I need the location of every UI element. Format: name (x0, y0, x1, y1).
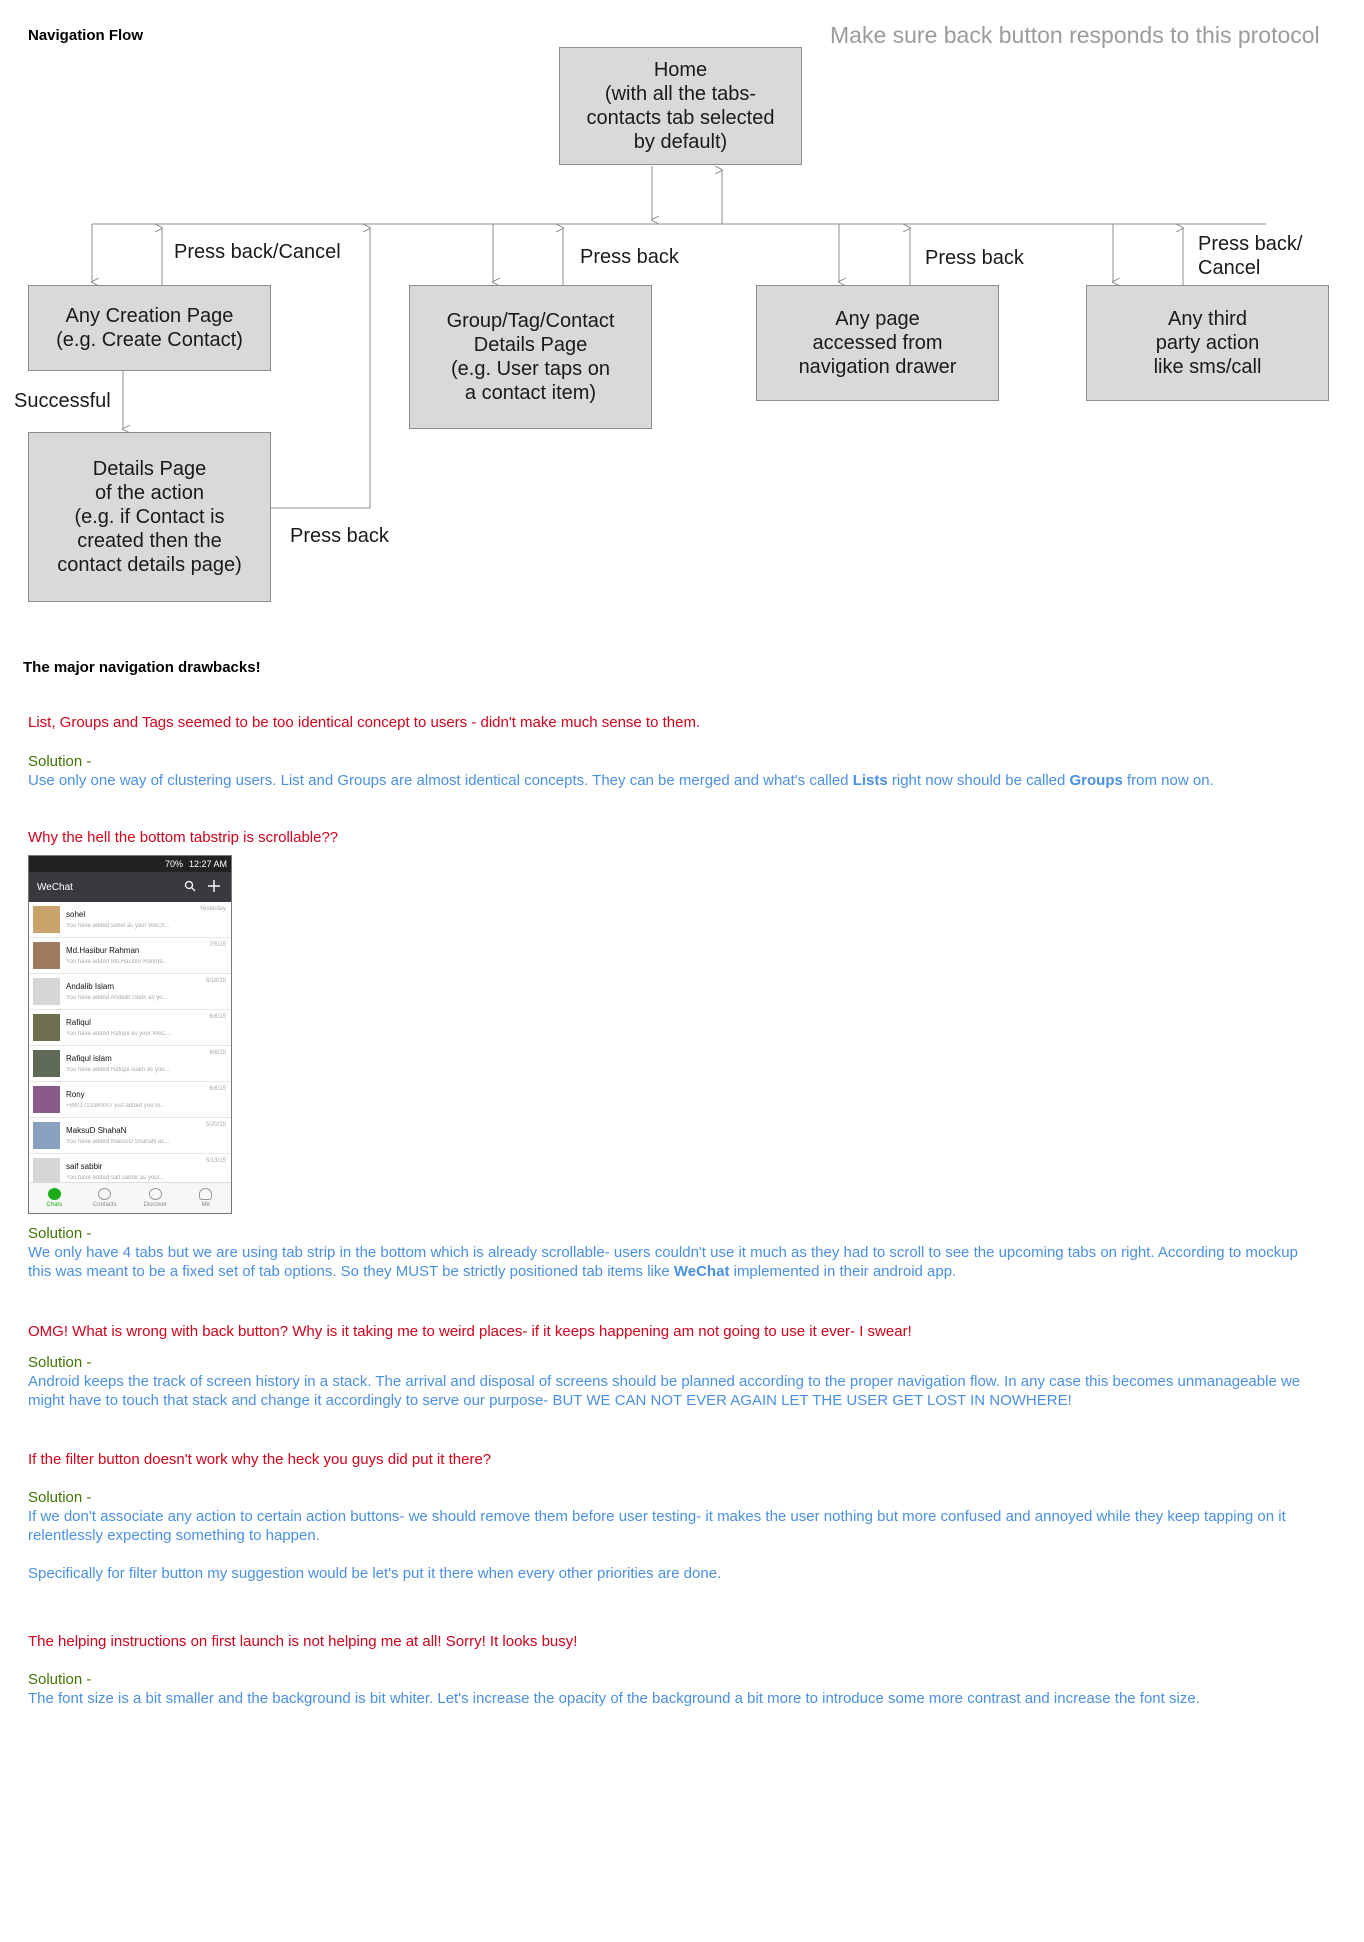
chat-preview: You have added MaksuD ShahaN as... (66, 1139, 170, 1145)
avatar (33, 978, 60, 1005)
avatar (33, 1158, 60, 1185)
navigation-flow-diagram: Navigation Flow Make sure back button re… (0, 0, 1364, 620)
chat-preview: +8801713380007 just added you to... (66, 1103, 166, 1109)
chat-name: MaksuD ShahaN (66, 1126, 127, 1135)
tab-discover[interactable]: Discover (130, 1183, 181, 1213)
chat-date: Yesterday (199, 906, 226, 912)
compass-icon (148, 1188, 162, 1200)
edge-label-successful: Successful (14, 390, 111, 412)
solution-label-2: Solution - (28, 1225, 92, 1242)
solution-1-text-a: Use only one way of clustering users. Li… (28, 772, 853, 789)
chat-name: Md.Hasibur Rahman (66, 946, 140, 955)
solution-2-wechat: WeChat (673, 1263, 730, 1280)
solution-1-groups: Groups (1069, 772, 1123, 789)
chat-preview: You have added Rafiqul islam as you... (66, 1067, 170, 1073)
solution-1-text-e: from now on. (1122, 772, 1214, 789)
issue-1: List, Groups and Tags seemed to be too i… (28, 714, 701, 731)
tab-label: Discover (143, 1202, 167, 1208)
avatar (33, 906, 60, 933)
home-box: Home (with all the tabs- contacts tab se… (559, 47, 802, 165)
search-icon[interactable] (181, 879, 199, 895)
creation-page-box: Any Creation Page (e.g. Create Contact) (28, 285, 271, 371)
solution-label-3: Solution - (28, 1354, 92, 1371)
avatar (33, 1014, 60, 1041)
chat-preview: You have added sohel as your WeCh... (66, 923, 170, 929)
chat-name: Rafiqul (66, 1018, 91, 1027)
issue-4: If the filter button doesn't work why th… (28, 1451, 492, 1468)
chat-preview: You have added Md.Hasibur Rahma... (66, 959, 168, 965)
battery-level: 70% (164, 859, 183, 869)
tab-label: Me (201, 1202, 210, 1208)
chat-bubble-icon (47, 1188, 61, 1200)
solution-1: Use only one way of clustering users. Li… (28, 771, 1308, 790)
chat-name: Andalib Islam (66, 982, 115, 991)
wechat-screenshot: 70% 12:27 AM WeChat sohel You have added … (28, 855, 232, 1214)
solution-1-lists: Lists (852, 772, 888, 789)
chat-date: 6/6/15 (209, 1086, 226, 1092)
drawbacks-heading: The major navigation drawbacks! (23, 659, 261, 676)
list-item[interactable]: sohel You have added sohel as your WeCh..… (29, 902, 231, 938)
drawer-page-box: Any page accessed from navigation drawer (756, 285, 999, 401)
issue-5: The helping instructions on first launch… (28, 1633, 578, 1650)
solution-3: Android keeps the track of screen histor… (28, 1373, 1301, 1409)
avatar (33, 942, 60, 969)
list-item[interactable]: Md.Hasibur Rahman You have added Md.Hasib… (29, 938, 231, 974)
third-party-box: Any third party action like sms/call (1086, 285, 1329, 401)
edge-label-drawer-back: Press back (925, 247, 1024, 269)
solution-1-text-c: right now should be called (887, 772, 1070, 789)
avatar (33, 1122, 60, 1149)
tab-label: Chats (46, 1202, 63, 1208)
chat-name: Rony (66, 1090, 85, 1099)
list-item[interactable]: Rafiqul You have added Rafiqul as your We… (29, 1010, 231, 1046)
app-bar: WeChat (29, 872, 231, 902)
edge-label-group-back: Press back (580, 246, 679, 268)
solution-2-text-a: We only have 4 tabs but we are using tab… (28, 1244, 1298, 1280)
edge-label-third-back: Press back/ Cancel (1198, 233, 1303, 279)
solution-5: The font size is a bit smaller and the b… (28, 1690, 1200, 1707)
chat-date: 6/6/15 (209, 1014, 226, 1020)
edge-label-details-back: Press back (290, 525, 389, 547)
avatar (33, 1050, 60, 1077)
list-item[interactable]: Rafiqul islam You have added Rafiqul isla… (29, 1046, 231, 1082)
avatar (33, 1086, 60, 1113)
solution-label-5: Solution - (28, 1671, 92, 1688)
issue-3: OMG! What is wrong with back button? Why… (28, 1323, 912, 1340)
list-item[interactable]: MaksuD ShahaN You have added MaksuD Shaha… (29, 1118, 231, 1154)
chat-preview: You have added saif sabbir as your... (66, 1175, 165, 1181)
edge-label-creation-back: Press back/Cancel (174, 241, 341, 263)
contacts-icon (98, 1188, 112, 1200)
status-bar: 70% 12:27 AM (29, 856, 231, 872)
tab-label: Contacts (92, 1202, 117, 1208)
group-details-box: Group/Tag/Contact Details Page (e.g. Use… (409, 285, 652, 429)
chat-date: 6/6/15 (209, 1050, 226, 1056)
chat-list: sohel You have added sohel as your WeCh..… (29, 902, 231, 1190)
app-title: WeChat (37, 881, 73, 893)
bottom-tab-strip: Chats Contacts Discover Me (29, 1182, 231, 1213)
chat-preview: You have added Andalib Islam as yo... (66, 995, 168, 1001)
issue-2: Why the hell the bottom tabstrip is scro… (28, 829, 339, 846)
chat-name: Rafiqul islam (66, 1054, 112, 1063)
solution-2-text-c: implemented in their android app. (729, 1263, 957, 1280)
list-item[interactable]: Rony +8801713380007 just added you to... 6… (29, 1082, 231, 1118)
status-time: 12:27 AM (188, 859, 227, 869)
solution-2: We only have 4 tabs but we are using tab… (28, 1243, 1308, 1281)
solution-4b: Specifically for filter button my sugges… (28, 1565, 722, 1582)
chat-date: 7/5/15 (209, 942, 226, 948)
person-icon (199, 1188, 213, 1200)
chat-name: saif sabbir (66, 1162, 103, 1171)
plus-icon[interactable] (205, 879, 223, 895)
chat-date: 5/13/15 (205, 1158, 226, 1164)
tab-me[interactable]: Me (181, 1183, 232, 1213)
details-page-box: Details Page of the action (e.g. if Cont… (28, 432, 271, 602)
tab-chats[interactable]: Chats (29, 1183, 80, 1213)
solution-label-4: Solution - (28, 1489, 92, 1506)
list-item[interactable]: Andalib Islam You have added Andalib Isla… (29, 974, 231, 1010)
tab-contacts[interactable]: Contacts (80, 1183, 131, 1213)
solution-4a: If we don't associate any action to cert… (28, 1508, 1286, 1544)
chat-date: 6/18/15 (205, 978, 226, 984)
chat-date: 5/20/15 (205, 1122, 226, 1128)
chat-preview: You have added Rafiqul as your WeC... (66, 1031, 171, 1037)
solution-label-1: Solution - (28, 753, 92, 770)
